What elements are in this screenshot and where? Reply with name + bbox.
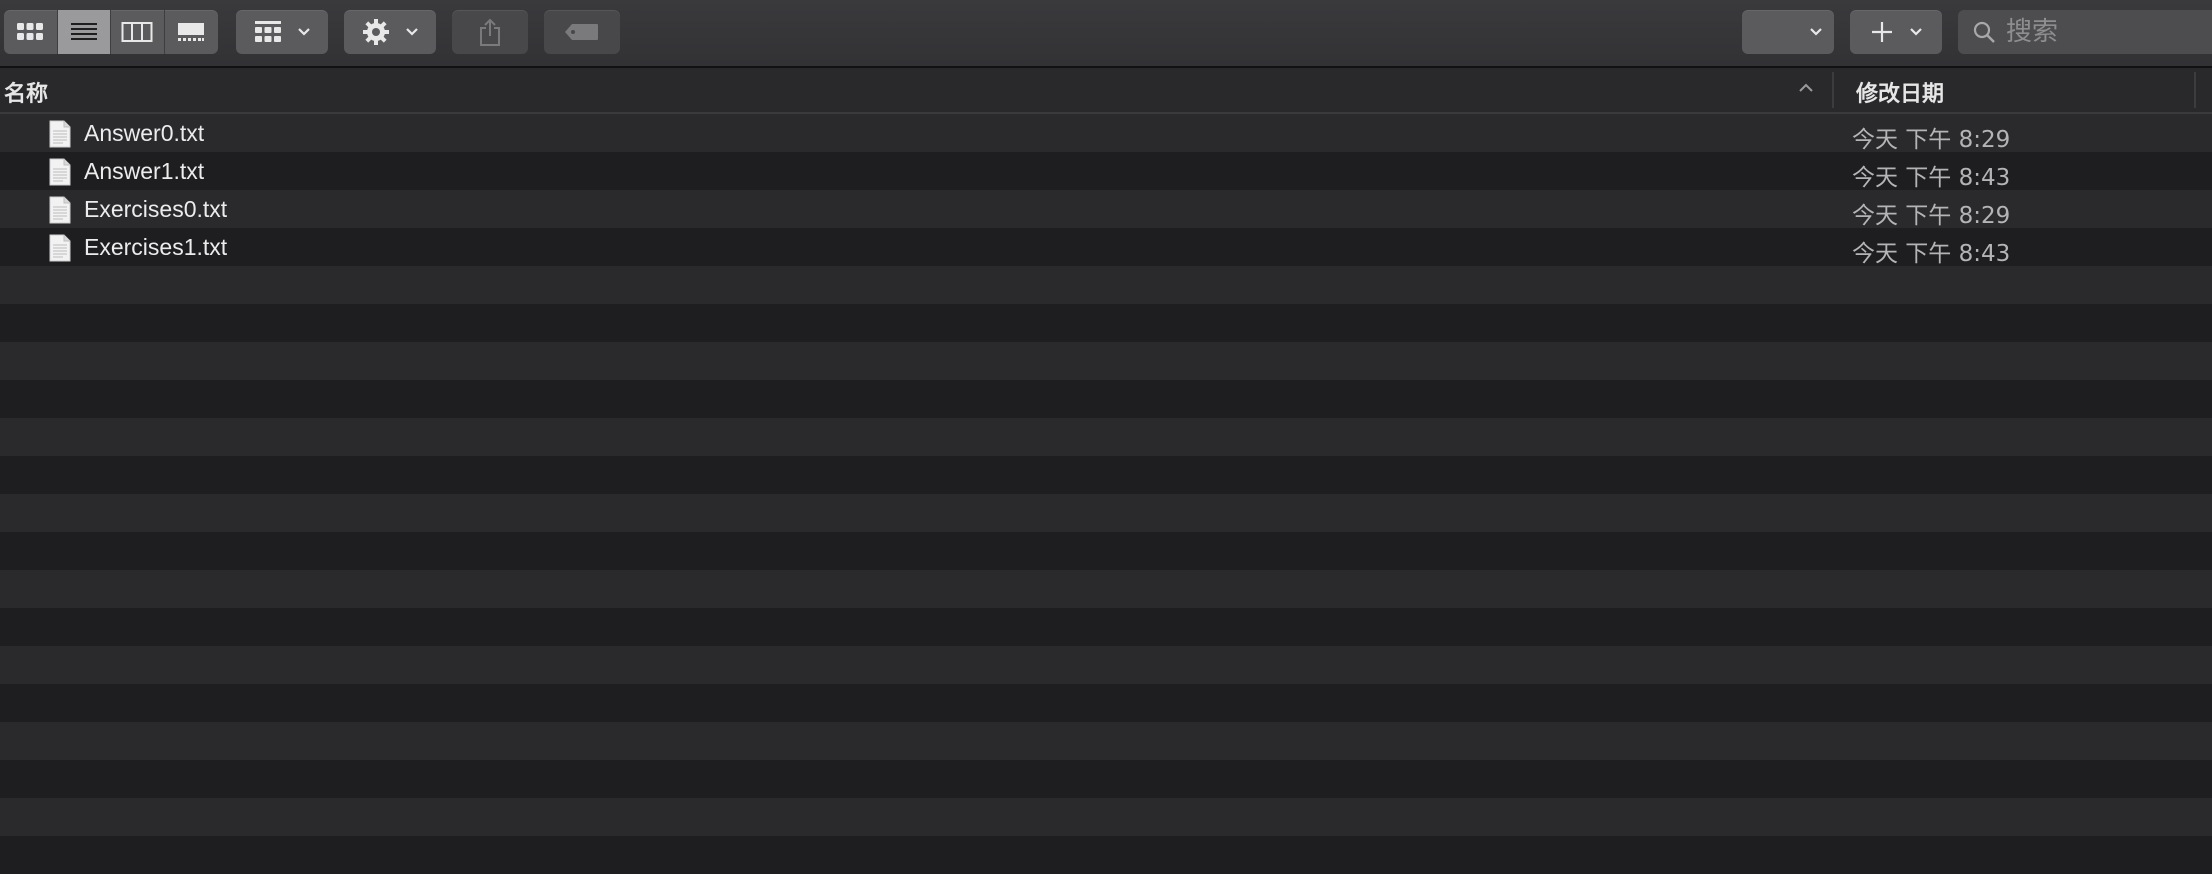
list-view-icon: [70, 23, 97, 40]
empty-row: [0, 608, 2212, 646]
empty-row: [0, 570, 2212, 608]
share-icon: [480, 18, 500, 46]
empty-row: [0, 456, 2212, 494]
column-divider[interactable]: [2194, 72, 2196, 108]
text-file-icon: [49, 234, 71, 262]
empty-row: [0, 798, 2212, 836]
sort-ascending-icon[interactable]: [1798, 82, 1814, 94]
empty-row: [0, 760, 2212, 798]
group-by-button[interactable]: [236, 10, 328, 54]
list-header: 名称 修改日期: [0, 68, 2212, 114]
list-view-button[interactable]: [57, 10, 111, 54]
icon-view-icon: [17, 23, 44, 40]
column-divider[interactable]: [1832, 72, 1834, 108]
chevron-down-icon: [298, 28, 310, 36]
file-row[interactable]: Exercises0.txt 今天 下午 8:29: [0, 190, 2212, 229]
add-button[interactable]: [1850, 10, 1942, 54]
empty-row: [0, 304, 2212, 342]
file-list: Answer0.txt 今天 下午 8:29 Answer1.txt 今天 下午…: [0, 114, 2212, 874]
column-header-name[interactable]: 名称: [4, 76, 48, 108]
empty-row: [0, 266, 2212, 304]
file-row[interactable]: Answer1.txt 今天 下午 8:43: [0, 152, 2212, 191]
file-date-modified: 今天 下午 8:29: [1852, 203, 2011, 229]
empty-row: [0, 684, 2212, 722]
file-name: Exercises0.txt: [84, 196, 228, 222]
share-button[interactable]: [452, 10, 528, 54]
plus-icon: [1872, 22, 1892, 42]
column-header-date-modified[interactable]: 修改日期: [1856, 76, 1944, 108]
file-row[interactable]: Answer0.txt 今天 下午 8:29: [0, 114, 2212, 153]
gallery-view-icon: [178, 23, 205, 41]
chevron-down-icon: [1910, 28, 1922, 36]
empty-row: [0, 532, 2212, 570]
file-date-modified: 今天 下午 8:43: [1852, 241, 2011, 267]
group-grid-icon: [255, 21, 281, 42]
gear-icon: [363, 19, 389, 45]
icon-view-button[interactable]: [4, 10, 58, 54]
empty-row: [0, 722, 2212, 760]
text-file-icon: [49, 158, 71, 186]
empty-row: [0, 494, 2212, 532]
search-icon: [1973, 21, 1995, 43]
empty-row: [0, 342, 2212, 380]
file-name: Answer1.txt: [84, 158, 205, 184]
text-file-icon: [49, 196, 71, 224]
action-menu-button[interactable]: [344, 10, 436, 54]
file-row[interactable]: Exercises1.txt 今天 下午 8:43: [0, 228, 2212, 267]
empty-row: [0, 380, 2212, 418]
column-view-icon: [121, 22, 153, 42]
toolbar: [0, 0, 2212, 68]
search-input[interactable]: [2004, 16, 2208, 48]
tag-button[interactable]: [544, 10, 620, 54]
column-view-button[interactable]: [111, 10, 165, 54]
chevron-down-icon: [406, 28, 418, 36]
file-name: Answer0.txt: [84, 120, 205, 146]
group-select[interactable]: [1742, 10, 1834, 54]
empty-row: [0, 418, 2212, 456]
file-date-modified: 今天 下午 8:29: [1852, 127, 2011, 153]
empty-row: [0, 836, 2212, 874]
chevron-down-icon: [1810, 28, 1822, 36]
file-name: Exercises1.txt: [84, 234, 228, 260]
empty-row: [0, 646, 2212, 684]
file-date-modified: 今天 下午 8:43: [1852, 165, 2011, 191]
tag-icon: [565, 24, 598, 40]
search-field[interactable]: [1958, 10, 2212, 54]
gallery-view-button[interactable]: [165, 10, 219, 54]
text-file-icon: [49, 120, 71, 148]
view-mode-segmented-control: [4, 10, 218, 54]
